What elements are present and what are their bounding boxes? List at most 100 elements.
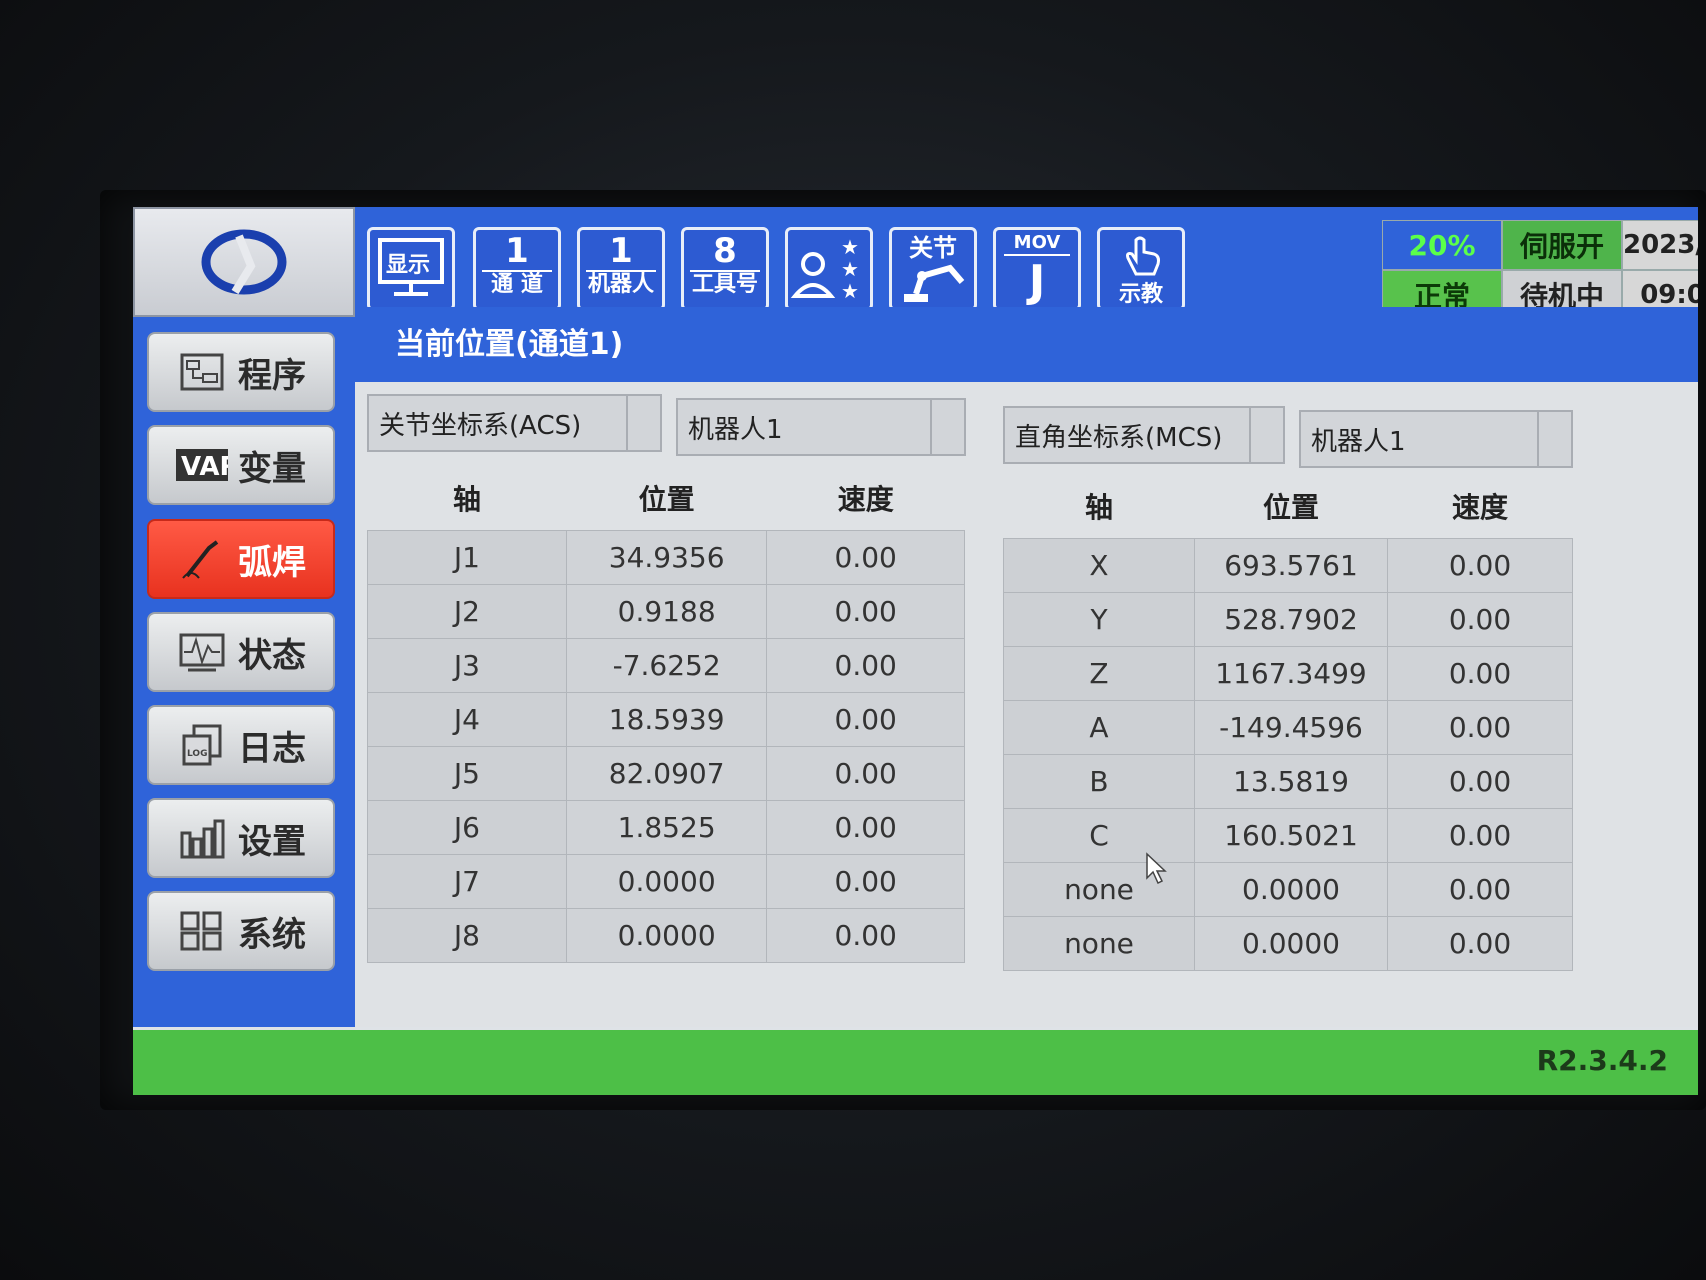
right-robot-select[interactable]: 机器人1 [1299,410,1573,468]
axis-cell: J7 [367,854,567,909]
welding-torch-icon [176,538,228,580]
speed-cell: 0.00 [1387,538,1573,593]
right-coord-value: 直角坐标系(MCS) [1015,422,1223,453]
position-content: 关节坐标系(ACS) 机器人1 直角坐标系(MCS) 机器人1 轴 位置 速度 [355,382,1698,1027]
speed-cell: 0.00 [766,530,965,585]
table-row: A -149.4596 0.00 [1003,700,1573,755]
move-type-button[interactable]: MOV J [993,227,1081,311]
robot-button[interactable]: 1 机器人 [577,227,665,311]
sidebar-item-status[interactable]: 状态 [147,612,335,692]
speed-cell: 0.00 [766,638,965,693]
svg-text:★: ★ [841,279,859,303]
position-cell: 18.5939 [565,692,768,747]
sidebar-item-label: 系统 [238,914,306,955]
column-header: 轴 [1084,491,1113,524]
robot-number: 1 [609,231,633,271]
axis-cell: Z [1003,646,1195,701]
page-title-bar: 当前位置(通道1) [355,307,1698,382]
left-coord-value: 关节坐标系(ACS) [379,410,582,441]
date-display: 2023/03/01 [1622,220,1698,270]
sidebar-item-program[interactable]: 程序 [147,332,335,412]
speed-cell: 0.00 [766,854,965,909]
speed-cell: 0.00 [1387,646,1573,701]
sidebar-item-label: 变量 [238,448,306,489]
status-wave-icon [176,631,228,673]
mouse-cursor-icon [1146,852,1167,885]
position-cell: 0.0000 [565,854,768,909]
sidebar-item-settings[interactable]: 设置 [147,798,335,878]
channel-button[interactable]: 1 通 道 [473,227,561,311]
table-row: J7 0.0000 0.00 [367,854,965,909]
page-title: 当前位置(通道1) [395,327,624,362]
sidebar-item-arc-welding[interactable]: 弧焊 [147,519,335,599]
monitor-icon: 显示 [378,238,444,296]
cartesian-position-table: 轴 位置 速度 X 693.5761 0.00 Y 528.7902 0.00 Z 116… [1003,474,1573,971]
sidebar-item-label: 程序 [238,355,306,396]
position-cell: 1167.3499 [1193,646,1389,701]
status-footer: R2.3.4.2 [133,1027,1698,1095]
channel-label: 通 道 [482,270,552,298]
joint-mode-button[interactable]: 关节 [889,227,977,311]
user-level-button[interactable]: ★ ★ ★ [785,227,873,311]
speed-cell: 0.00 [1387,700,1573,755]
column-header: 速度 [1452,491,1509,524]
svg-text:★: ★ [841,235,859,259]
axis-cell: J4 [367,692,567,747]
robot-arm-icon [904,264,965,302]
user-stars-icon: ★ ★ ★ [790,235,859,303]
table-row: Y 528.7902 0.00 [1003,592,1573,647]
joint-position-table: 轴 位置 速度 J1 34.9356 0.00 J2 0.9188 0.00 J3 -7.… [367,466,965,963]
teach-button[interactable]: 示教 [1097,227,1185,311]
system-grid-icon [176,910,228,952]
table-row: none 0.0000 0.00 [1003,916,1573,971]
right-coord-select[interactable]: 直角坐标系(MCS) [1003,406,1285,464]
axis-cell: J5 [367,746,567,801]
sidebar-item-label: 状态 [238,635,306,676]
axis-cell: J6 [367,800,567,855]
channel-number: 1 [505,231,529,271]
position-cell: -7.6252 [565,638,768,693]
robot-label: 机器人 [586,270,656,297]
position-cell: 13.5819 [1193,754,1389,809]
mov-label: MOV [1004,232,1070,256]
speed-override[interactable]: 20% [1382,220,1502,270]
display-button[interactable]: 显示 [367,227,455,311]
axis-cell: J2 [367,584,567,639]
speed-cell: 0.00 [766,746,965,801]
left-coord-select[interactable]: 关节坐标系(ACS) [367,394,662,452]
axis-cell: A [1003,700,1195,755]
position-cell: 0.9188 [565,584,768,639]
position-cell: 0.0000 [565,908,768,963]
table-row: J4 18.5939 0.00 [367,692,965,747]
sidebar-item-system[interactable]: 系统 [147,891,335,971]
position-cell: 0.0000 [1193,916,1389,971]
tool-number-button[interactable]: 8 工具号 [681,227,769,311]
axis-cell: J3 [367,638,567,693]
axis-cell: B [1003,754,1195,809]
svg-text:LOG: LOG [187,749,207,759]
table-row: J8 0.0000 0.00 [367,908,965,963]
speed-cell: 0.00 [1387,916,1573,971]
table-row: J2 0.9188 0.00 [367,584,965,639]
left-robot-select[interactable]: 机器人1 [676,398,966,456]
table-row: B 13.5819 0.00 [1003,754,1573,809]
column-header: 轴 [452,483,481,516]
svg-text:VAR: VAR [181,452,228,482]
axis-cell: J8 [367,908,567,963]
hmi-screen: 程序 VAR 变量 弧焊 状态 LOG 日志 [133,207,1698,1095]
table-row: J6 1.8525 0.00 [367,800,965,855]
table-row: J3 -7.6252 0.00 [367,638,965,693]
position-cell: 693.5761 [1193,538,1389,593]
program-icon [176,351,228,393]
axis-cell: X [1003,538,1195,593]
table-row: none 0.0000 0.00 [1003,862,1573,917]
speed-cell: 0.00 [1387,754,1573,809]
version-label: R2.3.4.2 [1536,1044,1668,1077]
sidebar-item-log[interactable]: LOG 日志 [147,705,335,785]
dropdown-arrow-icon [1537,412,1571,466]
column-header: 速度 [837,483,894,516]
table-row: Z 1167.3499 0.00 [1003,646,1573,701]
sidebar-item-variable[interactable]: VAR 变量 [147,425,335,505]
speed-cell: 0.00 [1387,862,1573,917]
axis-cell: none [1003,916,1195,971]
